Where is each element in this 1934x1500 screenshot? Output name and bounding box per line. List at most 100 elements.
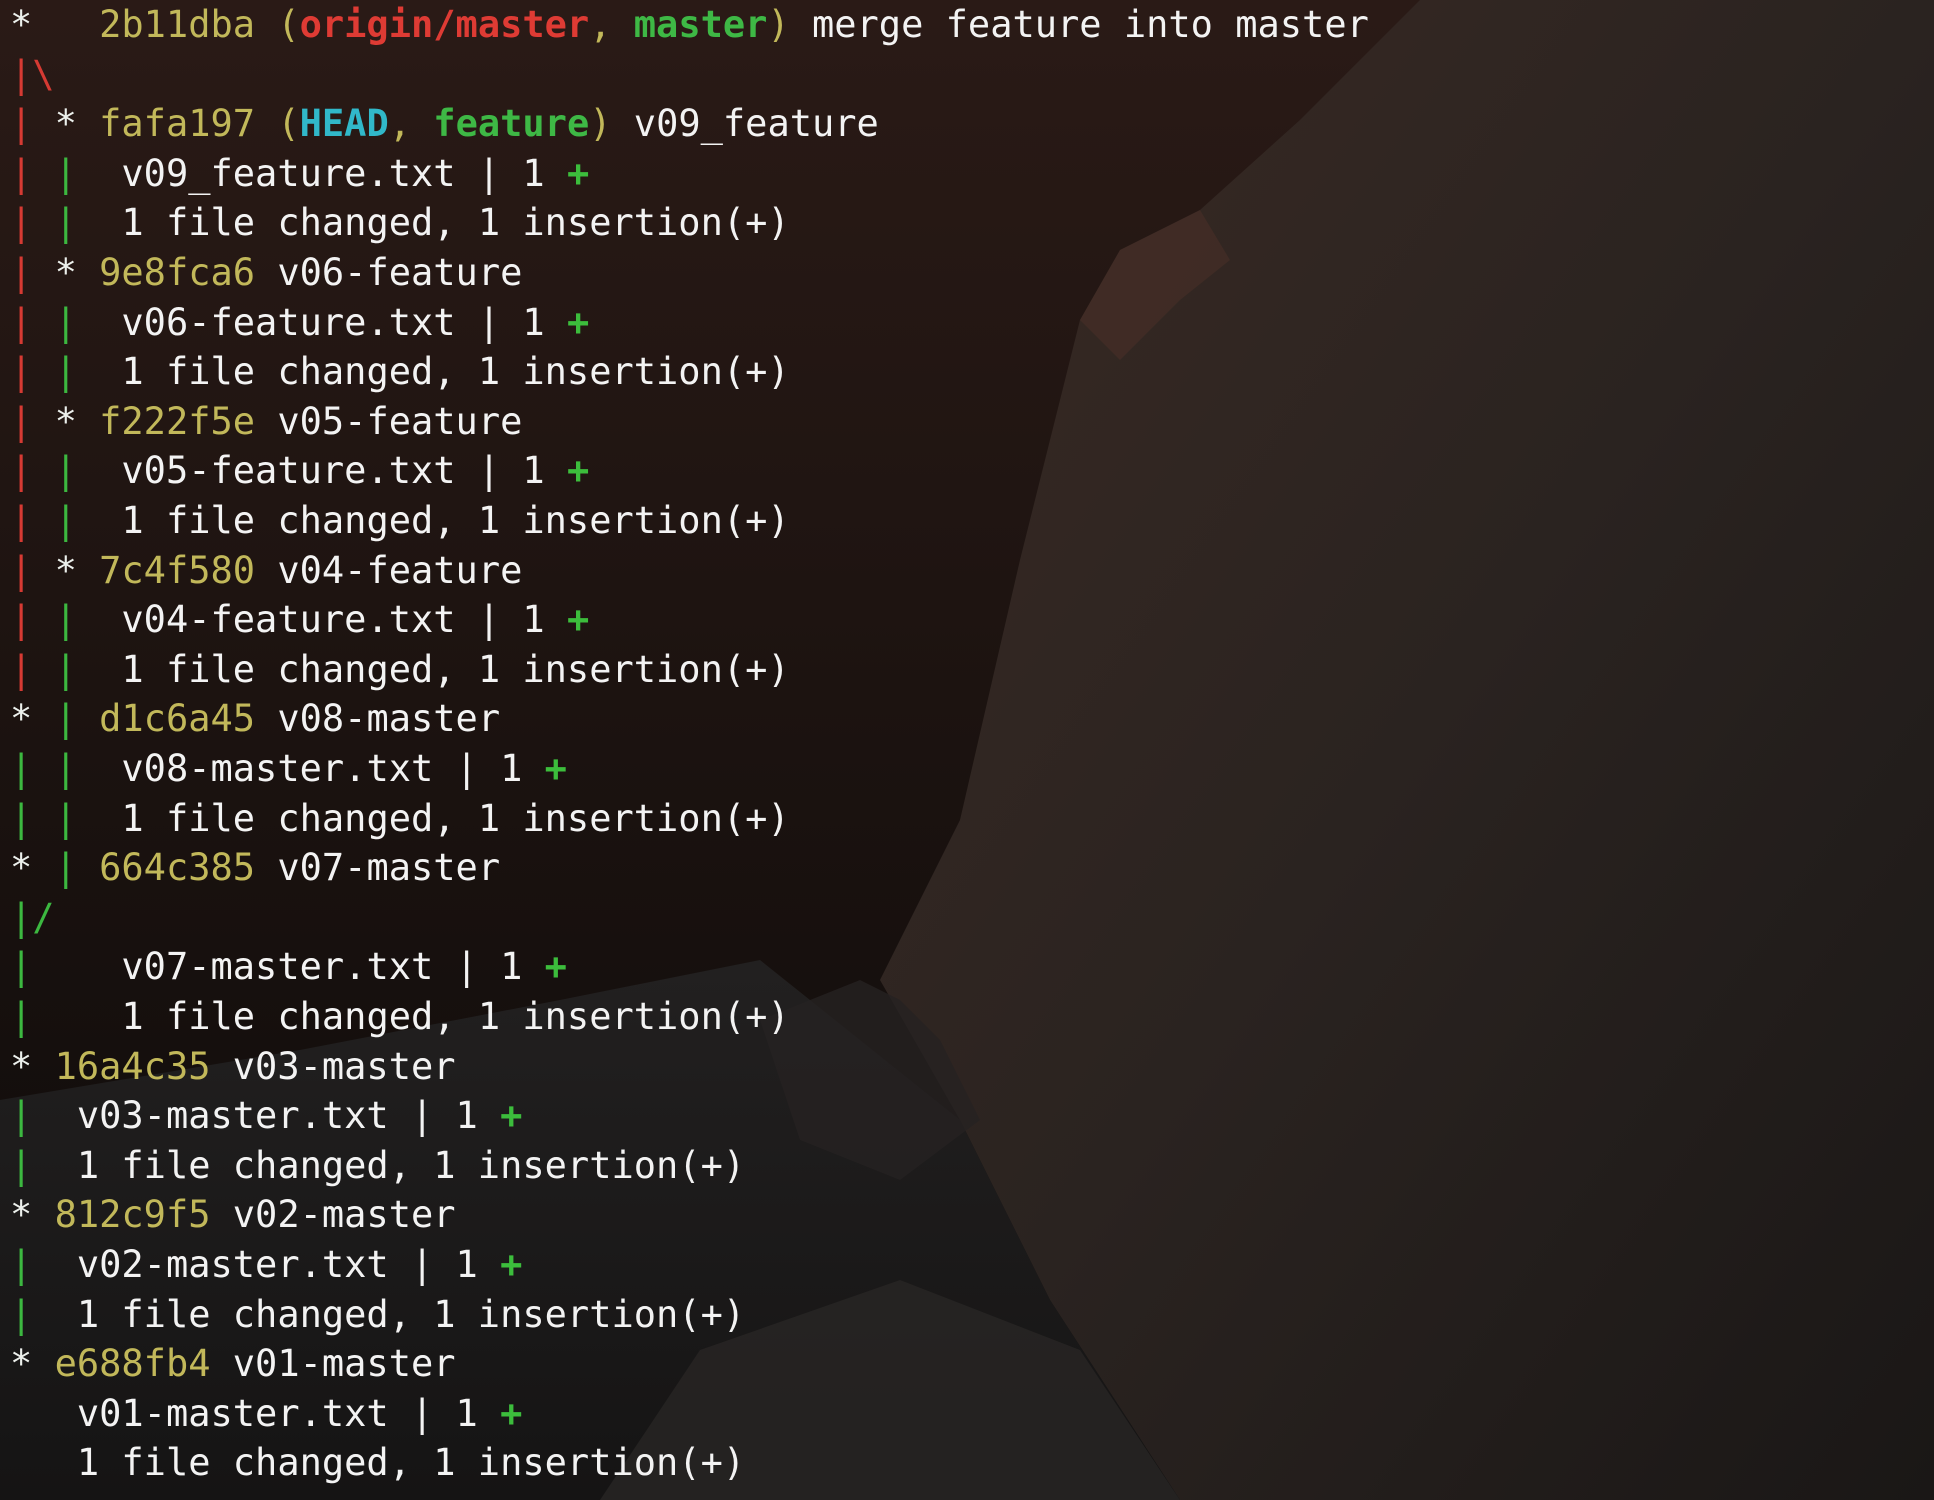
commit-message: v03-master: [232, 1044, 456, 1088]
commit-message: v06-feature: [277, 251, 523, 294]
log-line-stat: | | v06-feature.txt | 1 +: [10, 298, 589, 348]
ref-paren-close: ): [589, 102, 612, 146]
graph-glyph: |: [54, 598, 100, 642]
log-line-stat: | | v09_feature.txt | 1 +: [10, 149, 589, 199]
commit-message: v01-master: [232, 1342, 456, 1386]
log-line-commit: * 16a4c35 v03-master: [10, 1042, 456, 1092]
log-line-summary: | 1 file changed, 1 insertion(+): [10, 1290, 745, 1340]
stat-filename: v02-master.txt: [76, 1243, 389, 1286]
graph-glyph: |: [10, 945, 55, 989]
stat-summary: 1 file changed, 1 insertion(+): [76, 1143, 746, 1187]
graph-glyph: |: [10, 399, 55, 443]
log-line-graph: |/: [10, 893, 55, 943]
stat-summary: 1 file changed, 1 insertion(+): [121, 647, 790, 691]
graph-glyph: |: [10, 201, 55, 245]
commit-hash: 2b11dba: [99, 3, 256, 46]
log-line-stat: | v03-master.txt | 1 +: [10, 1091, 522, 1141]
stat-separator: |: [455, 151, 523, 195]
stat-summary: 1 file changed, 1 insertion(+): [121, 499, 790, 542]
graph-glyph: |: [10, 1292, 55, 1336]
graph-glyph: [55, 945, 100, 988]
graph-glyph: |: [54, 697, 100, 741]
log-line-commit: * 812c9f5 v02-master: [10, 1190, 456, 1240]
graph-glyph: *: [10, 846, 55, 890]
log-line-commit: * | d1c6a45 v08-master: [10, 694, 500, 744]
graph-glyph: |: [10, 102, 55, 146]
log-line-commit: * | 664c385 v07-master: [10, 843, 500, 893]
log-line-stat: | v07-master.txt | 1 +: [10, 942, 567, 992]
commit-hash: 7c4f580: [99, 548, 256, 592]
graph-glyph: |: [10, 52, 33, 96]
log-line-commit: | * fafa197 (HEAD, feature) v09_feature: [10, 99, 879, 149]
stat-plus: +: [544, 945, 567, 989]
graph-glyph: |: [10, 1243, 55, 1286]
stat-summary: 1 file changed, 1 insertion(+): [121, 350, 790, 394]
commit-hash: f222f5e: [99, 399, 256, 443]
stat-plus: +: [566, 151, 590, 195]
stat-plus: +: [566, 598, 590, 642]
commit-hash: 664c385: [99, 846, 256, 890]
log-line-summary: | | 1 file changed, 1 insertion(+): [10, 496, 790, 546]
graph-glyph: [10, 1392, 55, 1435]
ref-separator: ,: [388, 102, 434, 146]
graph-glyph: |: [54, 499, 100, 542]
stat-separator: |: [455, 598, 523, 642]
commit-message: v02-master: [232, 1193, 456, 1237]
log-line-commit: * 2b11dba (origin/master, master) merge …: [10, 0, 1369, 50]
stat-summary: 1 file changed, 1 insertion(+): [76, 1441, 746, 1485]
graph-glyph: |: [10, 151, 55, 195]
graph-glyph: /: [32, 895, 55, 939]
commit-hash: e688fb4: [54, 1342, 211, 1386]
log-line-stat: | | v08-master.txt | 1 +: [10, 744, 567, 794]
commit-hash: fafa197: [99, 102, 256, 146]
stat-count: 1: [500, 945, 523, 989]
stat-filename: v07-master.txt: [121, 945, 434, 989]
graph-glyph: |: [54, 846, 100, 890]
stat-count: 1: [522, 151, 545, 195]
stat-plus: +: [500, 1094, 523, 1138]
graph-glyph: |: [10, 895, 33, 939]
commit-hash: d1c6a45: [99, 697, 256, 741]
commit-hash: 9e8fca6: [99, 251, 256, 294]
stat-summary: 1 file changed, 1 insertion(+): [121, 201, 790, 245]
graph-glyph: |: [54, 300, 100, 344]
commit-message: merge feature into master: [811, 3, 1369, 46]
commit-message: v07-master: [277, 846, 501, 890]
graph-glyph: |: [10, 251, 55, 294]
graph-glyph: |: [54, 796, 100, 840]
graph-glyph: |: [10, 995, 55, 1038]
ref-separator: ,: [589, 3, 634, 46]
graph-glyph: *: [54, 548, 100, 592]
log-line-summary: | | 1 file changed, 1 insertion(+): [10, 347, 790, 397]
stat-separator: |: [388, 1094, 456, 1138]
stat-separator: |: [455, 449, 523, 493]
log-line-summary: | 1 file changed, 1 insertion(+): [10, 1141, 745, 1191]
graph-glyph: |: [10, 647, 55, 691]
stat-filename: v03-master.txt: [76, 1094, 389, 1138]
graph-glyph: *: [54, 251, 100, 294]
graph-glyph: |: [10, 796, 55, 840]
stat-separator: |: [388, 1243, 456, 1286]
stat-count: 1: [455, 1243, 478, 1286]
stat-filename: v04-feature.txt: [121, 598, 456, 642]
stat-separator: |: [455, 300, 523, 344]
